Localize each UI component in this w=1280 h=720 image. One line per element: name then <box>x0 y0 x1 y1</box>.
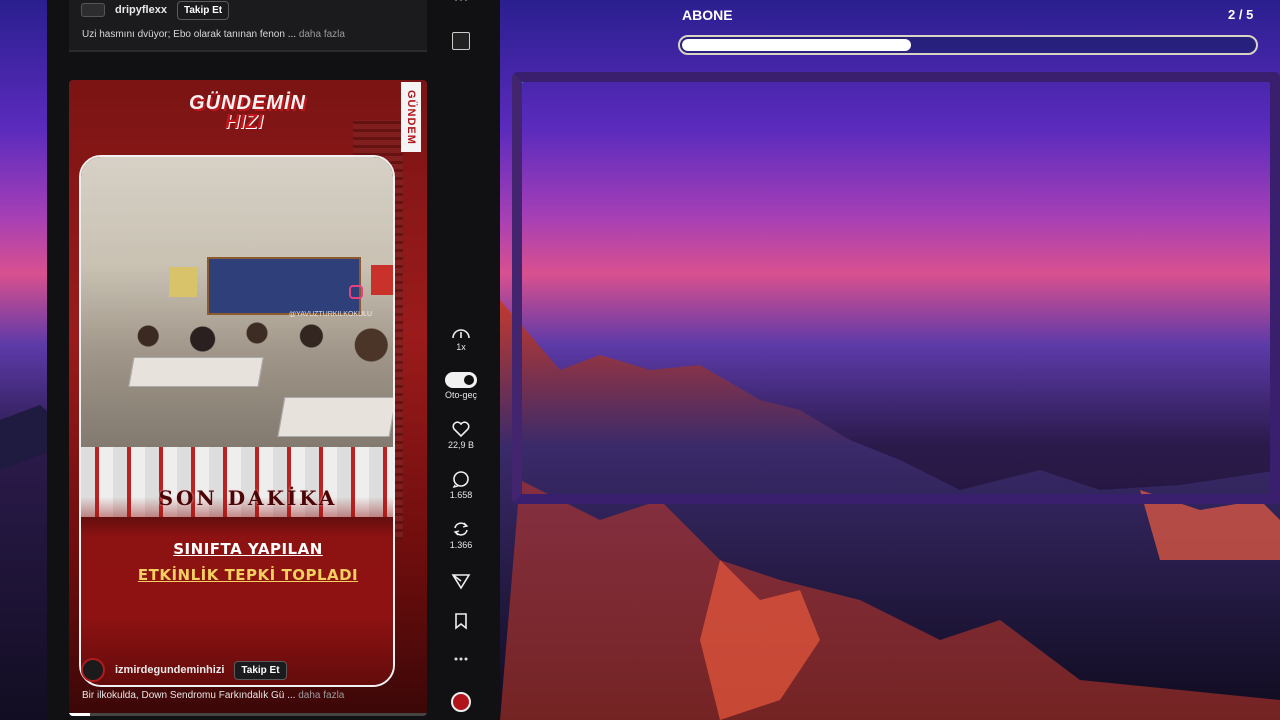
post-caption: Bir ilkokulda, Down Sendromu Farkındalık… <box>82 690 344 701</box>
action-rail: 1x Oto-geç 22,9 B 1.658 1.366 <box>440 0 482 720</box>
stream-frame <box>512 72 1280 504</box>
goal-progress-fill <box>682 39 911 51</box>
repost-button[interactable]: 1.366 <box>440 520 482 550</box>
save-button[interactable] <box>440 612 482 630</box>
previous-post-header: dripyflexx Takip Et <box>81 0 230 20</box>
video-progress[interactable] <box>69 713 427 716</box>
brand-logo: GÜNDEMİN HIZI <box>189 92 309 150</box>
send-icon <box>451 574 471 590</box>
like-count: 22,9 B <box>447 440 475 450</box>
username[interactable]: dripyflexx <box>115 4 167 16</box>
desk <box>128 357 264 387</box>
bookmark-icon <box>455 613 467 630</box>
classroom-scene: @YAVUZTURKILKOKULU <box>81 157 393 517</box>
watermark: @YAVUZTURKILKOKULU <box>289 311 373 318</box>
video-post[interactable]: GÜNDEMİN HIZI GÜNDEM @YAVUZTURKILKOKULU … <box>69 80 427 716</box>
more-dots-icon <box>454 0 468 1</box>
speedometer-icon <box>452 329 470 339</box>
follow-button[interactable]: Takip Et <box>176 0 230 20</box>
headline-line1: SINIFTA YAPILAN <box>173 540 323 558</box>
goal-progress-bar <box>678 35 1258 55</box>
video-frame: @YAVUZTURKILKOKULU <box>79 155 395 687</box>
autoplay-label: Oto-geç <box>444 390 477 400</box>
username[interactable]: izmirdegundeminhizi <box>115 664 224 676</box>
more-options-button[interactable] <box>440 654 482 664</box>
heart-icon <box>452 421 470 438</box>
caption-ellipsis: ... <box>287 29 297 40</box>
more-dots-icon <box>454 657 468 661</box>
audio-avatar-button[interactable] <box>440 692 482 712</box>
speed-label: 1x <box>456 342 466 352</box>
caption-ellipsis: ... <box>287 690 296 701</box>
toggle-switch <box>445 372 477 388</box>
like-button[interactable]: 22,9 B <box>440 420 482 450</box>
previous-post[interactable]: dripyflexx Takip Et Uzi hasmını dvüyor; … <box>69 0 427 52</box>
repost-icon <box>453 522 469 536</box>
poster <box>169 267 197 297</box>
audio-avatar-icon <box>451 692 471 712</box>
caption-text: Bir ilkokulda, Down Sendromu Farkındalık… <box>82 690 285 701</box>
avatar[interactable] <box>81 658 105 682</box>
post-caption: Uzi hasmını dvüyor; Ebo olarak tanınan f… <box>82 29 345 40</box>
goal-title: ABONE <box>682 7 733 23</box>
more-link[interactable]: daha fazla <box>298 690 344 701</box>
caption-text: Uzi hasmını dvüyor; Ebo olarak tanınan f… <box>82 29 285 40</box>
more-link[interactable]: daha fazla <box>299 29 345 40</box>
bulletin-board <box>207 257 361 315</box>
follow-button[interactable]: Takip Et <box>234 660 287 680</box>
comment-icon <box>452 471 469 488</box>
channel-avatar-button[interactable] <box>440 32 482 50</box>
post-author: izmirdegundeminhizi Takip Et <box>81 658 287 682</box>
comment-count: 1.658 <box>449 490 473 500</box>
speed-button[interactable]: 1x <box>440 326 482 352</box>
headline-line2: ETKİNLİK TEPKİ TOPLADI <box>137 566 359 584</box>
flag-poster <box>371 265 393 295</box>
video-progress-fill <box>69 713 91 716</box>
reels-feed-panel: dripyflexx Takip Et Uzi hasmını dvüyor; … <box>47 0 500 720</box>
autoplay-toggle[interactable]: Oto-geç <box>440 372 482 400</box>
comment-button[interactable]: 1.658 <box>440 470 482 500</box>
vertical-tag: GÜNDEM <box>401 82 421 152</box>
repost-count: 1.366 <box>449 540 473 550</box>
goal-counter: 2 / 5 <box>1228 7 1254 22</box>
channel-avatar-icon <box>452 32 470 50</box>
desk <box>277 397 393 437</box>
share-button[interactable] <box>440 572 482 590</box>
avatar[interactable] <box>81 3 105 17</box>
breaking-news-label: SON DAKİKA <box>158 486 338 510</box>
instagram-icon <box>349 285 363 299</box>
top-more-button[interactable] <box>440 0 482 4</box>
